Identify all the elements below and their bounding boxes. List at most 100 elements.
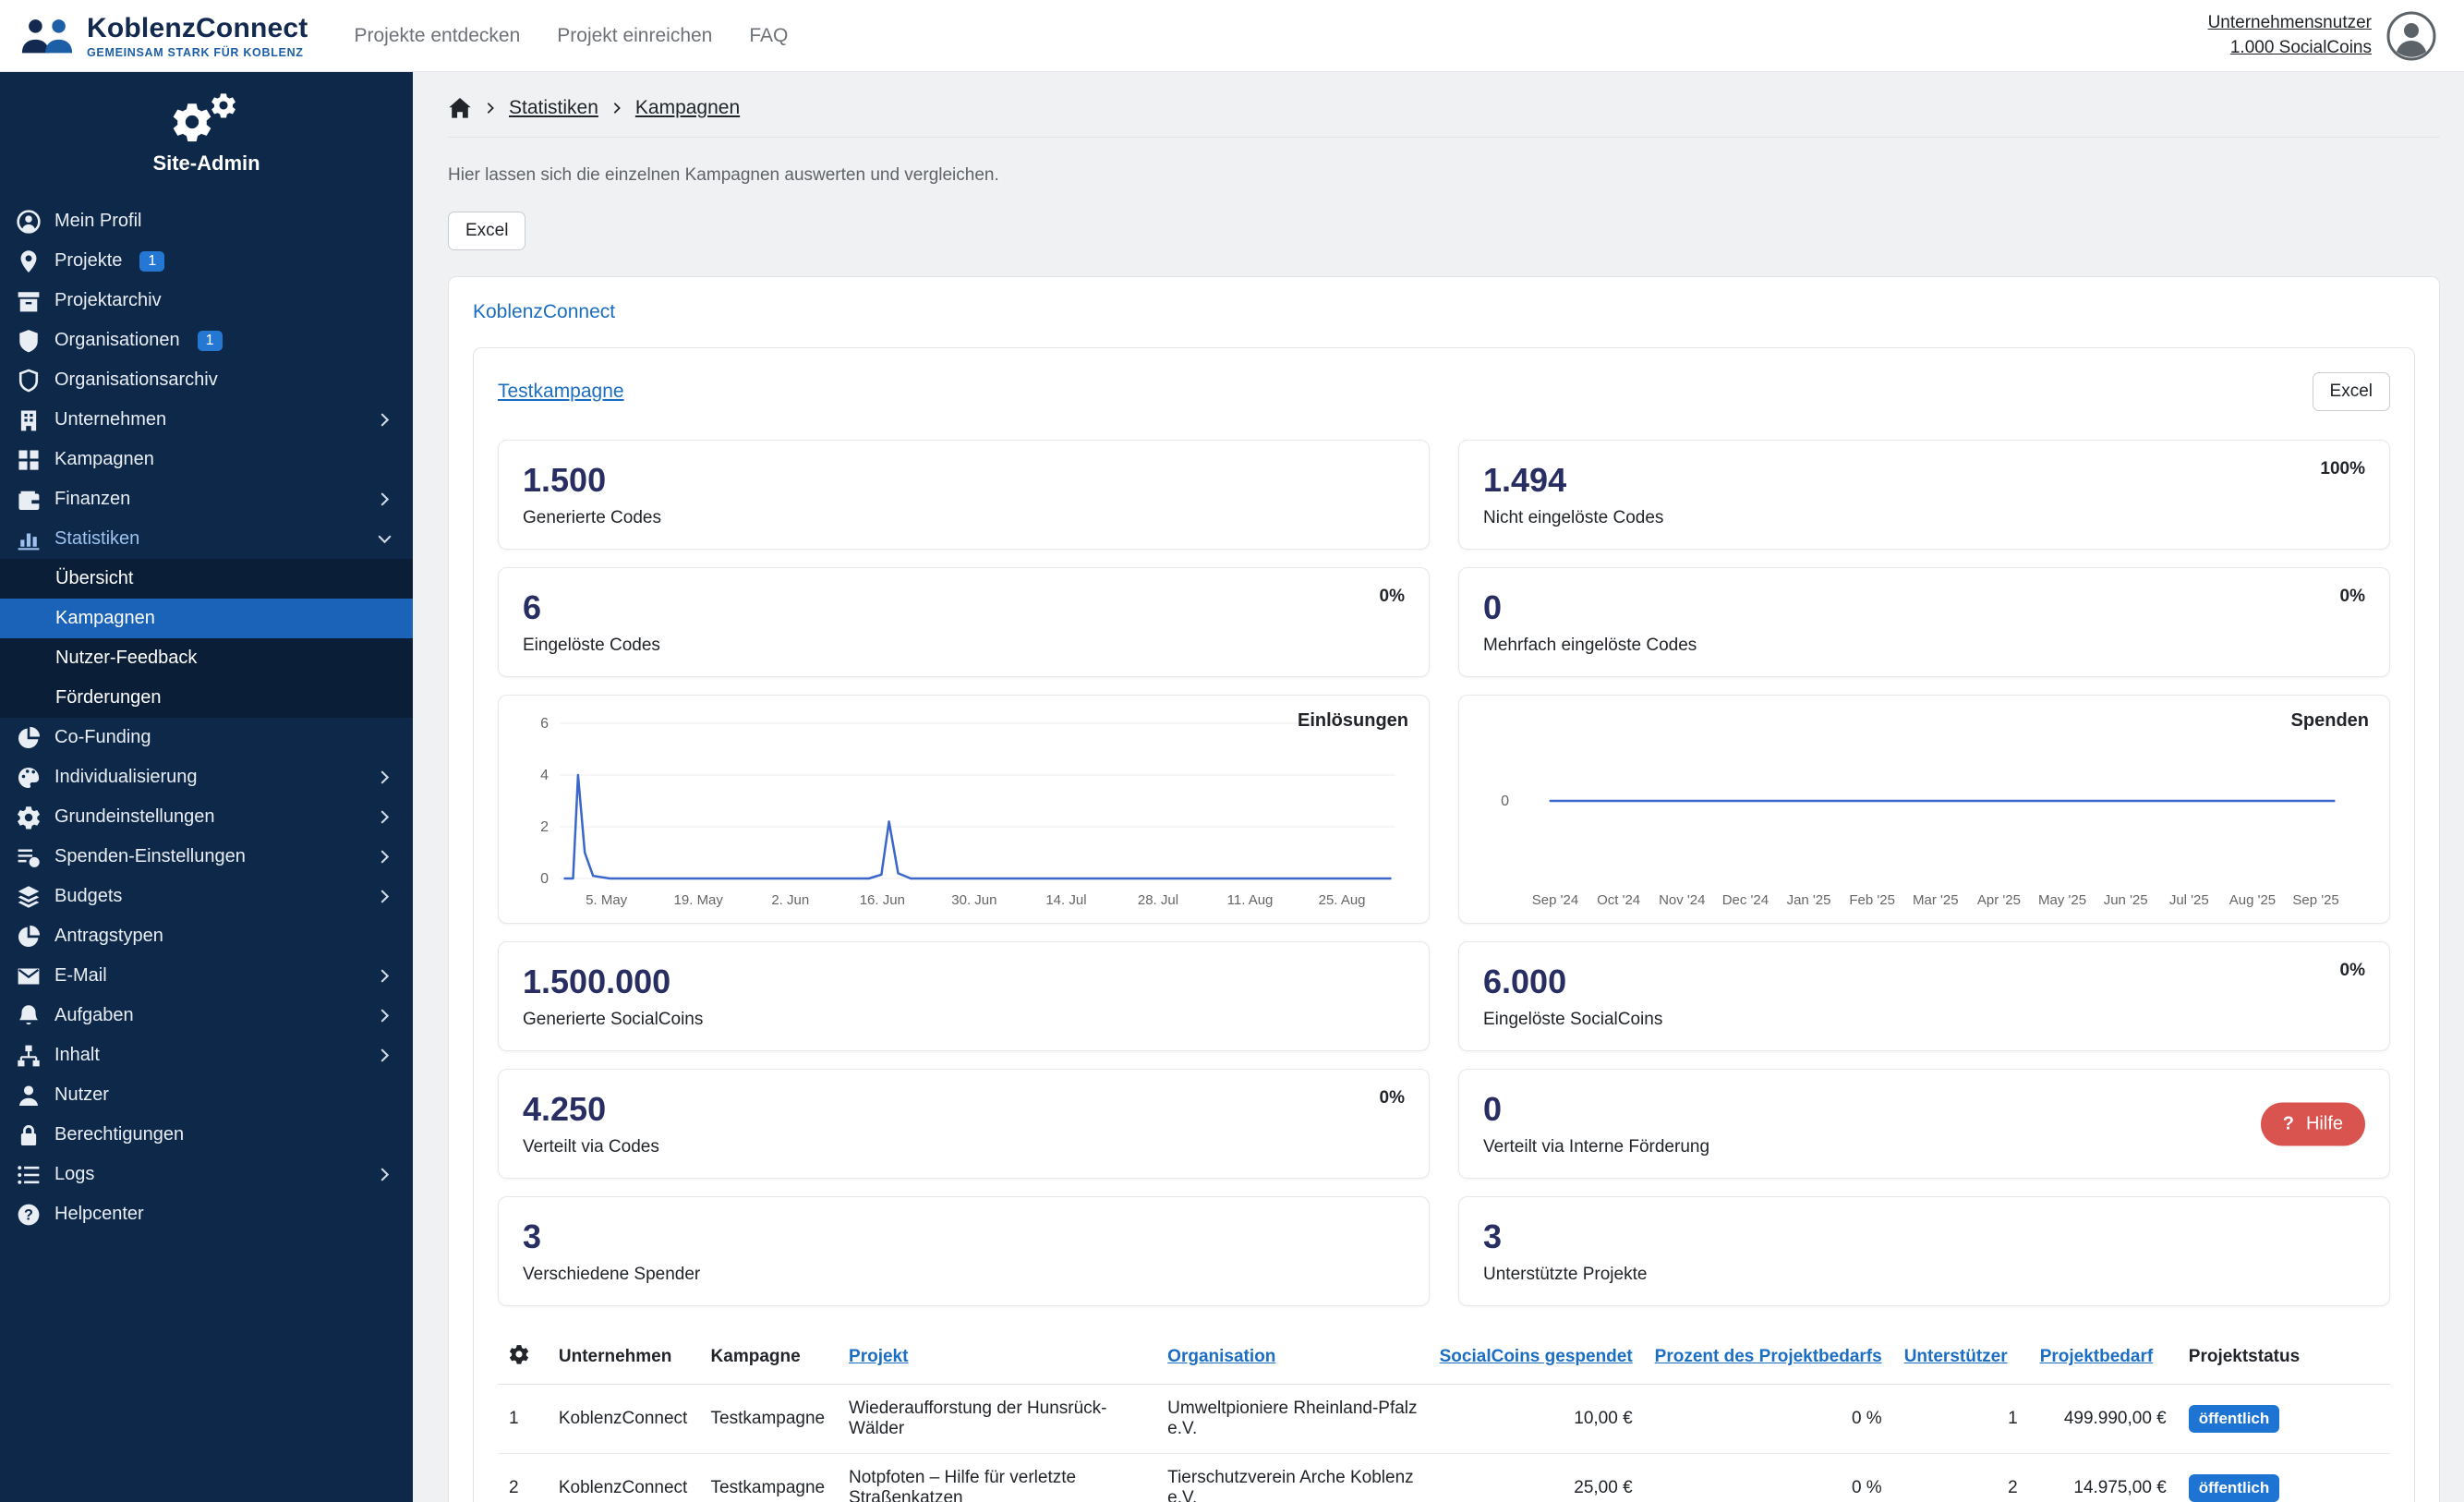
sidebar-item-label: Antragstypen	[54, 926, 163, 946]
sidebar-item-co-funding[interactable]: Co-Funding	[0, 718, 413, 757]
svg-text:Sep '25: Sep '25	[2292, 892, 2338, 908]
sidebar-item-organisationsarchiv[interactable]: Organisationsarchiv	[0, 360, 413, 400]
sidebar-item-nutzer[interactable]: Nutzer	[0, 1075, 413, 1115]
sidebar-subitem-ubersicht[interactable]: Übersicht	[0, 559, 413, 599]
table-cell: 2	[2008, 1478, 2018, 1497]
table-header-socialcoins-gespendet: SocialCoins gespendet	[1428, 1330, 1644, 1385]
sidebar-item-spenden-einstellungen[interactable]: Spenden-Einstellungen	[0, 837, 413, 877]
doc-pie-icon	[17, 925, 41, 949]
hilfe-button[interactable]: ? Hilfe	[2260, 1102, 2365, 1145]
table-header-organisation: Organisation	[1156, 1330, 1429, 1385]
sidebar-item-grundeinstellungen[interactable]: Grundeinstellungen	[0, 797, 413, 837]
help-icon: ?	[17, 1203, 41, 1227]
sidebar-item-finanzen[interactable]: Finanzen	[0, 479, 413, 519]
projects-table-head: Unternehmen Kampagne Projekt Organisation So…	[498, 1330, 2390, 1385]
table-cell: 0 %	[1851, 1478, 1882, 1497]
sidebar-item-statistiken[interactable]: Statistiken	[0, 519, 413, 559]
sidebar-item-mein-profil[interactable]: Mein Profil	[0, 201, 413, 241]
svg-text:5. May: 5. May	[586, 892, 628, 908]
stat-card-unterstutzte-projekte: 3 Unterstützte Projekte	[1458, 1196, 2390, 1306]
gear-icon[interactable]	[509, 1344, 529, 1364]
sidebar-item-logs[interactable]: Logs	[0, 1155, 413, 1194]
table-row: 2 KoblenzConnect Testkampagne Notpfoten – H…	[498, 1453, 2390, 1502]
chevron-right-icon	[377, 1008, 393, 1024]
sidebar-item-aufgaben[interactable]: Aufgaben	[0, 996, 413, 1036]
sidebar-item-unternehmen[interactable]: Unternehmen	[0, 400, 413, 440]
svg-text:11. Aug: 11. Aug	[1227, 892, 1274, 908]
sidebar-item-projekte[interactable]: Projekte 1	[0, 241, 413, 281]
sort-link-socialcoins-gespendet[interactable]: SocialCoins gespendet	[1440, 1347, 1633, 1366]
brand-logo[interactable]: KoblenzConnect GEMEINSAM STARK FÜR KOBLE…	[18, 13, 308, 59]
stack-icon	[17, 885, 41, 909]
stat-card-verteilt-via-interne-forderung: 0 Verteilt via Interne Förderung? Hilfe	[1458, 1069, 2390, 1179]
sidebar-item-e-mail[interactable]: E-Mail	[0, 956, 413, 996]
svg-text:Feb '25: Feb '25	[1849, 892, 1895, 908]
sort-link-organisation[interactable]: Organisation	[1167, 1347, 1275, 1366]
excel-export-button[interactable]: Excel	[448, 212, 526, 250]
sidebar-item-individualisierung[interactable]: Individualisierung	[0, 757, 413, 797]
stat-label: Generierte Codes	[523, 508, 661, 527]
user-avatar[interactable]	[2386, 11, 2436, 61]
table-cell: 1	[509, 1409, 519, 1428]
sort-link-projektbedarf[interactable]: Projektbedarf	[2040, 1347, 2153, 1366]
campaign-card-header: Testkampagne Excel	[498, 372, 2390, 411]
campaign-excel-button[interactable]: Excel	[2312, 372, 2390, 411]
sidebar-item-label: Statistiken	[54, 528, 140, 549]
sidebar-item-inhalt[interactable]: Inhalt	[0, 1036, 413, 1075]
donation-icon	[17, 845, 41, 869]
campaign-card: Testkampagne Excel 1.500 Generierte Codes…	[473, 347, 2415, 1502]
svg-text:?: ?	[24, 1206, 33, 1223]
socialcoins-link[interactable]: 1.000 SocialCoins	[2230, 38, 2372, 58]
svg-text:2. Jun: 2. Jun	[771, 892, 809, 908]
sidebar-subitem-kampagnen[interactable]: Kampagnen	[0, 599, 413, 638]
sidebar-item-label: Organisationen	[54, 330, 180, 350]
sidebar-item-organisationen[interactable]: Organisationen 1	[0, 321, 413, 360]
chevron-right-icon	[484, 102, 497, 115]
chevron-right-icon	[377, 968, 393, 984]
stat-label: Eingelöste SocialCoins	[1483, 1010, 1663, 1029]
svg-text:Dec '24: Dec '24	[1722, 892, 1769, 908]
chart-title: Spenden	[2290, 710, 2369, 731]
stat-percent: 0%	[2339, 587, 2365, 606]
sidebar-subitem-forderungen[interactable]: Förderungen	[0, 678, 413, 718]
sidebar-item-label: Projektarchiv	[54, 290, 162, 310]
sidebar-item-projektarchiv[interactable]: Projektarchiv	[0, 281, 413, 321]
sidebar-item-kampagnen[interactable]: Kampagnen	[0, 440, 413, 479]
campaign-link[interactable]: Testkampagne	[498, 381, 624, 403]
sidebar-item-budgets[interactable]: Budgets	[0, 877, 413, 916]
svg-text:0: 0	[540, 871, 549, 887]
company-link[interactable]: KoblenzConnect	[473, 301, 615, 322]
sidebar-item-helpcenter[interactable]: ? Helpcenter	[0, 1194, 413, 1234]
sort-link-prozent-des-projektbedarfs[interactable]: Prozent des Projektbedarfs	[1655, 1347, 1882, 1366]
top-nav-faq[interactable]: FAQ	[749, 25, 788, 47]
person-icon	[17, 1084, 41, 1108]
top-nav-projekte-entdecken[interactable]: Projekte entdecken	[354, 25, 520, 47]
table-cell: Testkampagne	[710, 1478, 826, 1497]
bar-chart-icon	[17, 527, 41, 551]
company-card: KoblenzConnect Testkampagne Excel 1.500 G…	[448, 276, 2440, 1502]
chevron-right-icon	[377, 809, 393, 825]
archive-icon	[17, 289, 41, 313]
table-header-projektbedarf: Projektbedarf	[2028, 1330, 2178, 1385]
sidebar-item-label: E-Mail	[54, 965, 107, 986]
table-cell-status: öffentlich	[2178, 1385, 2390, 1454]
sort-link-projekt[interactable]: Projekt	[849, 1347, 908, 1366]
stat-label: Verteilt via Interne Förderung	[1483, 1137, 1710, 1157]
sidebar-subitem-nutzer-feedback[interactable]: Nutzer-Feedback	[0, 638, 413, 678]
breadcrumb-link-statistiken[interactable]: Statistiken	[509, 97, 598, 119]
sort-link-unterstutzer[interactable]: Unterstützer	[1904, 1347, 2008, 1366]
top-nav-projekt-einreichen[interactable]: Projekt einreichen	[557, 25, 712, 47]
svg-text:Mar '25: Mar '25	[1913, 892, 1959, 908]
home-icon[interactable]	[448, 96, 472, 120]
sidebar-item-label: Projekte	[54, 250, 123, 271]
chevron-right-icon	[377, 1048, 393, 1063]
chevron-right-icon	[377, 889, 393, 904]
chevron-right-icon	[377, 1167, 393, 1182]
user-role-link[interactable]: Unternehmensnutzer	[2208, 13, 2372, 33]
stat-card-verschiedene-spender: 3 Verschiedene Spender	[498, 1196, 1430, 1306]
svg-text:Jan '25: Jan '25	[1787, 892, 1831, 908]
breadcrumb-link-kampagnen[interactable]: Kampagnen	[635, 97, 740, 119]
envelope-icon	[17, 964, 41, 988]
sidebar-item-berechtigungen[interactable]: Berechtigungen	[0, 1115, 413, 1155]
sidebar-item-antragstypen[interactable]: Antragstypen	[0, 916, 413, 956]
